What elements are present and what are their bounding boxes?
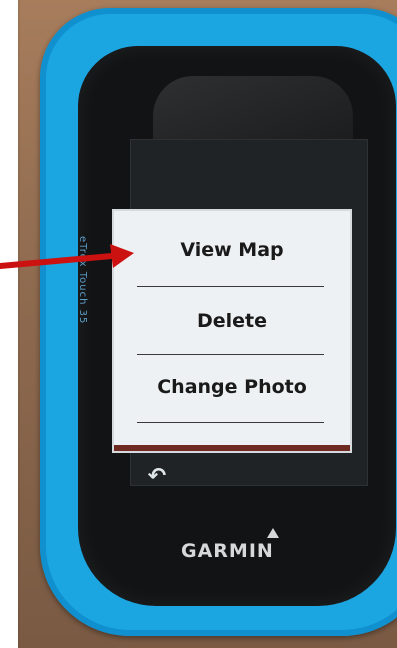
menu-divider — [137, 354, 324, 355]
menu-item-view-map[interactable]: View Map — [114, 239, 350, 261]
menu-divider — [137, 422, 324, 423]
annotation-arrow — [0, 244, 134, 269]
menu-bottom-bar — [114, 445, 350, 451]
device-photo: eTrex Touch 35 View Map Delete Change Ph… — [18, 0, 397, 648]
brand-logo: GARMIN — [181, 540, 274, 562]
menu-item-change-photo[interactable]: Change Photo — [114, 376, 350, 398]
context-menu: View Map Delete Change Photo — [114, 211, 350, 451]
back-arrow-icon[interactable]: ↶ — [142, 462, 172, 492]
menu-item-delete[interactable]: Delete — [114, 310, 350, 332]
brand-logo-triangle — [267, 528, 279, 538]
menu-divider — [137, 286, 324, 287]
